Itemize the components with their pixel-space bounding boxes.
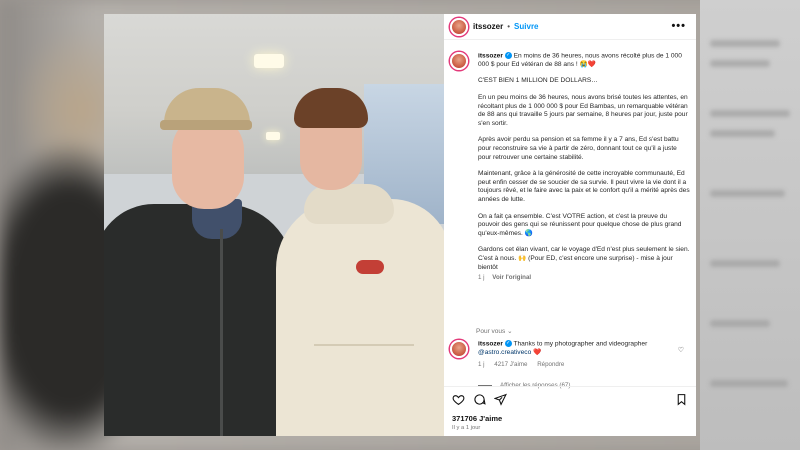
post-header: itssozer • Suivre ••• (444, 14, 696, 40)
comment: itssozer ✓ Thanks to my photographer and… (450, 340, 690, 368)
hoodie-pocket (314, 344, 414, 394)
comment-body: Thanks to my photographer and videograph… (513, 340, 648, 348)
caption-paragraph: On a fait ça ensemble. C'est VOTRE actio… (478, 212, 682, 237)
blurred-text (710, 60, 770, 67)
blurred-text (710, 260, 780, 267)
comments-filter[interactable]: Pour vous ⌄ (476, 327, 513, 335)
comment-text: itssozer ✓ Thanks to my photographer and… (478, 340, 690, 357)
comment-mention[interactable]: @astro.creativeco (478, 349, 531, 356)
post-panel: itssozer • Suivre ••• itssozer ✓ En moin… (444, 14, 696, 436)
blurred-text (710, 380, 788, 387)
follow-button[interactable]: Suivre (514, 22, 538, 31)
comment-bubble-icon[interactable] (473, 393, 486, 411)
hoodie-hood (304, 184, 394, 224)
young-man-hoodie (276, 199, 444, 436)
blurred-text (710, 130, 775, 137)
author-avatar[interactable] (450, 17, 468, 36)
blurred-text (710, 110, 790, 117)
post-photo[interactable]: › (104, 14, 444, 436)
action-icons (452, 393, 507, 411)
hoodie-logo (356, 260, 384, 274)
caption-paragraph: Maintenant, grâce à la générosité de cet… (478, 170, 690, 203)
share-send-icon[interactable] (493, 393, 507, 411)
cap-brim (160, 120, 252, 130)
like-heart-icon[interactable] (452, 393, 465, 411)
author-username[interactable]: itssozer (473, 22, 503, 31)
action-bar: 371706 J'aime Il y a 1 jour (444, 386, 696, 436)
ceiling-light (254, 54, 284, 68)
older-man-jacket (104, 204, 294, 436)
post-date: Il y a 1 jour (452, 425, 481, 431)
caption-avatar[interactable] (450, 52, 468, 70)
comment-avatar[interactable] (450, 340, 468, 358)
caption-username[interactable]: itssozer (478, 52, 503, 59)
reply-button[interactable]: Répondre (537, 361, 564, 368)
blurred-text (710, 190, 785, 197)
comment-meta: 1 j 4217 J'aime Répondre (478, 361, 690, 368)
blurred-text (710, 40, 780, 47)
see-original-link[interactable]: Voir l'original (492, 274, 531, 281)
comments-scroll-area[interactable]: itssozer ✓ En moins de 36 heures, nous a… (444, 46, 696, 398)
comment-age: 1 j (478, 361, 485, 369)
comment-emoji: ❤️ (533, 348, 542, 356)
comment-username[interactable]: itssozer (478, 340, 503, 347)
save-bookmark-icon[interactable] (675, 393, 688, 411)
comment-likes[interactable]: 4217 J'aime (494, 361, 527, 368)
caption-age: 1 j (478, 274, 485, 282)
separator-dot: • (507, 22, 511, 31)
more-options-icon[interactable]: ••• (671, 20, 686, 32)
caption-paragraph: En un peu moins de 36 heures, nous avons… (478, 94, 688, 127)
caption-paragraph: C'EST BIEN 1 MILLION DE DOLLARS… (478, 77, 598, 85)
blurred-text (710, 320, 770, 327)
like-count[interactable]: 371706 J'aime (452, 414, 502, 423)
caption: itssozer ✓ En moins de 36 heures, nous a… (450, 52, 690, 283)
like-comment-heart-icon[interactable]: ♡ (678, 346, 684, 354)
caption-meta: 1 j Voir l'original (478, 274, 690, 283)
verified-badge-icon: ✓ (504, 52, 512, 59)
verified-badge-icon: ✓ (504, 340, 512, 347)
caption-paragraph: Après avoir perdu sa pension et sa femme… (478, 136, 679, 161)
jacket-zipper (220, 229, 223, 436)
caption-paragraph: Gardons cet élan vivant, car le voyage d… (478, 246, 690, 271)
caption-text: itssozer ✓ En moins de 36 heures, nous a… (478, 52, 690, 283)
ceiling-light (266, 132, 280, 140)
